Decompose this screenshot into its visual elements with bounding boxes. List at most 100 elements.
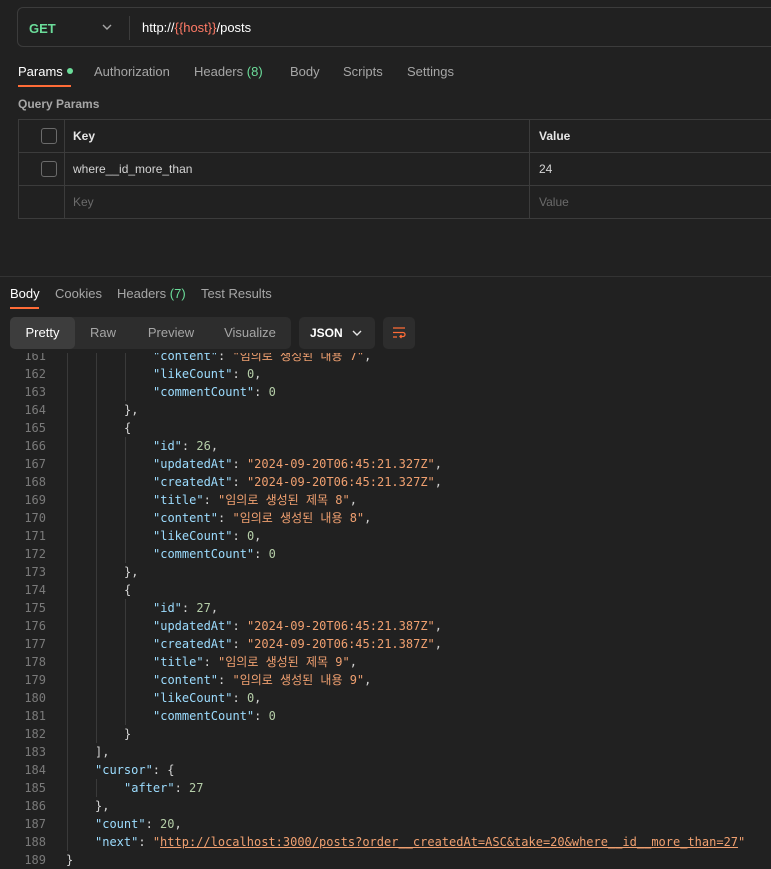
code-text: } [66,851,73,869]
code-token: : [174,781,190,795]
line-number: 173 [24,565,46,579]
code-token: "title" [153,655,204,669]
code-token: , [174,817,182,831]
line-number: 170 [24,511,46,525]
code-line: 171 "likeCount": 0, [0,527,771,545]
code-token: , [434,619,443,633]
param-key-field[interactable]: where__id_more_than [73,162,192,176]
line-number: 163 [24,385,46,399]
code-text: "commentCount": 0 [153,545,276,563]
code-line: 179 "content": "임의로 생성된 내용 9", [0,671,771,689]
code-token: : [232,475,247,489]
code-text: "createdAt": "2024-09-20T06:45:21.327Z", [153,473,442,491]
code-token: , [349,493,357,507]
table-row-new: Key Value [19,186,771,219]
code-token: , [434,475,443,489]
code-token: "임의로 생성된 내용 7" [232,353,365,363]
code-token: " [738,835,746,849]
new-value-field[interactable]: Value [539,195,569,209]
wrap-lines-button[interactable] [383,317,415,349]
line-number: 167 [24,457,46,471]
column-divider [64,153,65,185]
code-token: "content" [153,353,219,363]
line-number: 182 [24,727,46,741]
code-line: 187 "count": 20, [0,815,771,833]
preview-button[interactable]: Preview [135,317,207,349]
code-token: "commentCount" [153,547,255,561]
column-divider [529,120,530,152]
code-token: "임의로 생성된 제목 8" [218,493,350,507]
code-token: , [210,601,219,615]
code-text: ], [95,743,109,761]
query-params-title: Query Params [18,97,100,111]
code-line: 172 "commentCount": 0 [0,545,771,563]
code-token: }, [95,799,110,813]
code-token: : [254,547,269,561]
code-line: 189} [0,851,771,869]
code-token: "count" [95,817,146,831]
code-token: { [124,421,132,435]
line-number: 169 [24,493,46,507]
code-token: : [181,439,197,453]
value-column-header: Value [539,129,571,143]
code-token: : [138,835,153,849]
chevron-down-icon[interactable] [100,20,114,34]
line-number: 164 [24,403,46,417]
tab-test-results[interactable]: Test Results [201,286,272,301]
language-select[interactable]: JSON [299,317,375,349]
headers-count: (8) [246,64,263,79]
param-checkbox[interactable] [41,161,57,177]
raw-button[interactable]: Raw [75,317,131,349]
tab-cookies[interactable]: Cookies [55,286,102,301]
code-line: 188 "next": "http://localhost:3000/posts?… [0,833,771,851]
code-token: : [232,637,247,651]
code-token: : [232,529,247,543]
tab-scripts[interactable]: Scripts [343,64,383,79]
code-token: ], [95,745,110,759]
panel-divider[interactable] [0,276,771,277]
method-select[interactable]: GET [29,21,56,36]
code-token: } [66,853,74,867]
code-text: "next": "http://localhost:3000/posts?ord… [95,833,745,851]
code-token: : [218,511,233,525]
status-dot [66,68,73,74]
line-number: 175 [24,601,46,615]
line-number: 168 [24,475,46,489]
visualize-button[interactable]: Visualize [211,317,289,349]
code-token: "next" [95,835,139,849]
code-token: : { [152,763,175,777]
code-text: "id": 26, [153,437,218,455]
code-token: , [364,511,372,525]
code-token: , [254,367,262,381]
code-token: "임의로 생성된 제목 9" [218,655,350,669]
tab-settings[interactable]: Settings [407,64,454,79]
code-text: "id": 27, [153,599,218,617]
tab-headers[interactable]: Headers (8) [194,64,263,79]
column-divider [529,186,530,219]
param-value-field[interactable]: 24 [539,162,552,176]
code-text: "likeCount": 0, [153,689,261,707]
tab-body[interactable]: Body [290,64,320,79]
code-token: } [124,727,132,741]
code-token: "content" [153,511,219,525]
code-line: 163 "commentCount": 0 [0,383,771,401]
line-number: 165 [24,421,46,435]
active-tab-indicator [18,85,71,87]
next-page-link[interactable]: http://localhost:3000/posts?order__creat… [160,835,738,849]
code-line: 185 "after": 27 [0,779,771,797]
tab-response-headers[interactable]: Headers (7) [117,286,186,301]
new-key-field[interactable]: Key [73,195,94,209]
select-all-checkbox[interactable] [41,128,57,144]
tab-authorization[interactable]: Authorization [94,64,170,79]
tab-params[interactable]: Params [18,64,73,79]
code-text: "title": "임의로 생성된 제목 8", [153,491,357,509]
line-number: 172 [24,547,46,561]
line-number: 162 [24,367,46,381]
response-body-viewer[interactable]: 161 "content": "임의로 생성된 내용 7", 162 "likeCou… [0,353,771,869]
code-text: "count": 20, [95,815,182,833]
tab-response-body[interactable]: Body [10,286,40,301]
url-input[interactable]: http://{{host}}/posts [142,20,251,35]
code-token: "임의로 생성된 내용 9" [232,673,365,687]
pretty-button[interactable]: Pretty [10,317,75,349]
code-line: 178 "title": "임의로 생성된 제목 9", [0,653,771,671]
